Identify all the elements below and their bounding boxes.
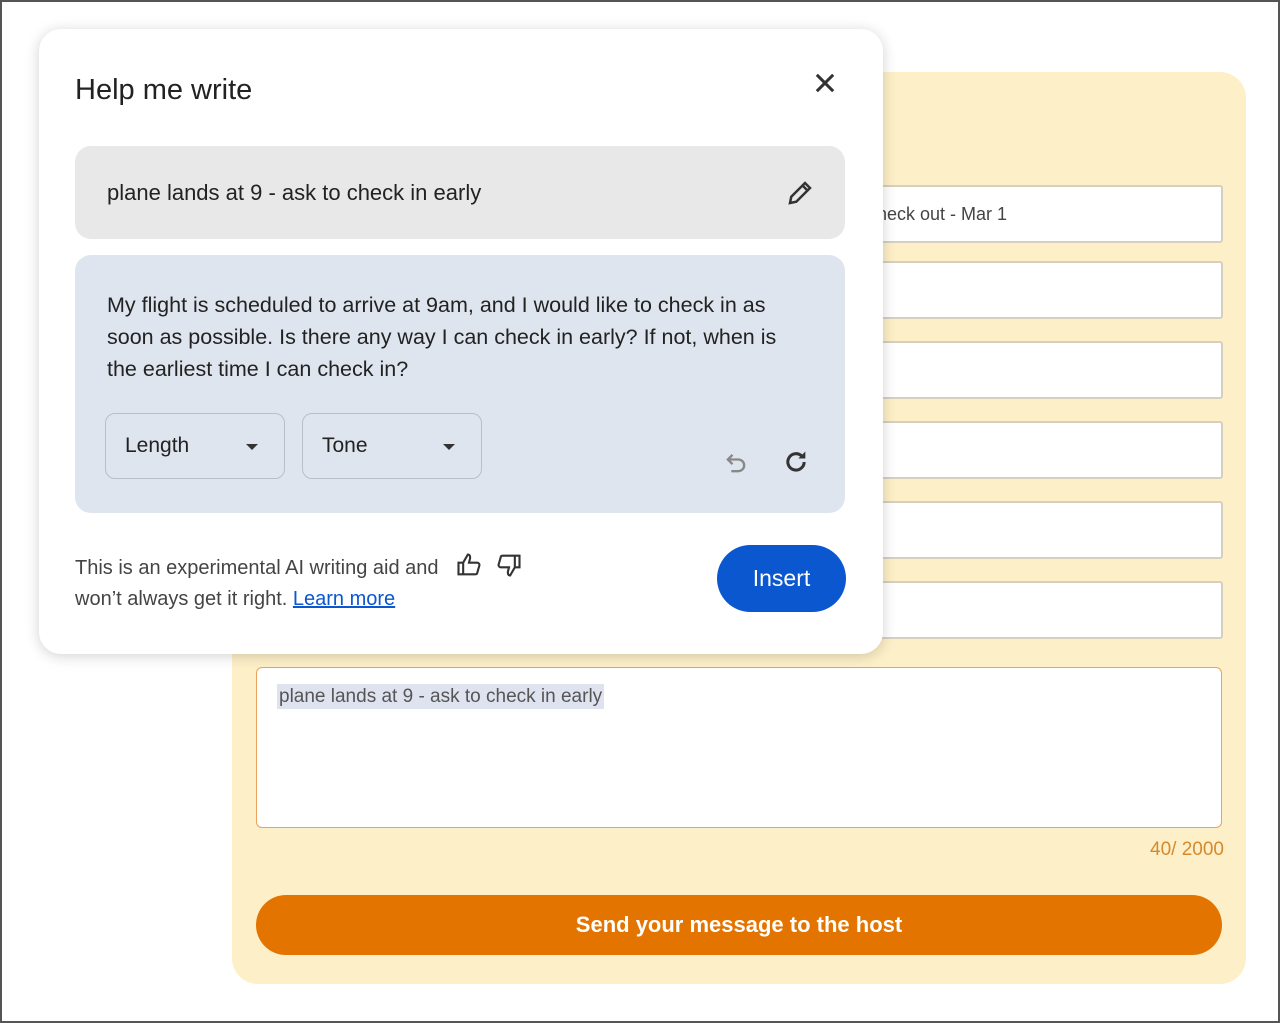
- caret-down-icon: [246, 444, 258, 450]
- dialog-title: Help me write: [75, 74, 253, 106]
- insert-button[interactable]: Insert: [717, 545, 846, 612]
- form-field[interactable]: [872, 261, 1223, 319]
- help-me-write-dialog: Help me write plane lands at 9 - ask to …: [39, 29, 883, 654]
- length-dropdown[interactable]: Length: [105, 413, 285, 479]
- response-box: My flight is scheduled to arrive at 9am,…: [75, 255, 845, 513]
- char-counter: 40/ 2000: [1150, 839, 1224, 860]
- prompt-text: plane lands at 9 - ask to check in early: [107, 180, 482, 205]
- pencil-icon[interactable]: [785, 178, 815, 208]
- form-field[interactable]: [872, 341, 1223, 399]
- close-icon[interactable]: [811, 69, 839, 97]
- form-field[interactable]: [872, 421, 1223, 479]
- undo-icon[interactable]: [722, 449, 750, 477]
- refresh-icon[interactable]: [782, 448, 810, 476]
- form-field[interactable]: [872, 501, 1223, 559]
- message-textarea[interactable]: plane lands at 9 - ask to check in early: [256, 667, 1222, 828]
- learn-more-link[interactable]: Learn more: [293, 588, 395, 610]
- checkout-field[interactable]: check out - Mar 1: [872, 185, 1223, 243]
- disclaimer: This is an experimental AI writing aid a…: [75, 551, 524, 615]
- send-message-button[interactable]: Send your message to the host: [256, 895, 1222, 955]
- response-text: My flight is scheduled to arrive at 9am,…: [107, 293, 777, 381]
- thumbs-down-icon[interactable]: [494, 551, 524, 579]
- prompt-box: plane lands at 9 - ask to check in early: [75, 146, 845, 239]
- thumbs-up-icon[interactable]: [454, 551, 484, 579]
- form-field[interactable]: [872, 581, 1223, 639]
- tone-dropdown[interactable]: Tone: [302, 413, 482, 479]
- selected-text: plane lands at 9 - ask to check in early: [277, 684, 605, 709]
- caret-down-icon: [443, 444, 455, 450]
